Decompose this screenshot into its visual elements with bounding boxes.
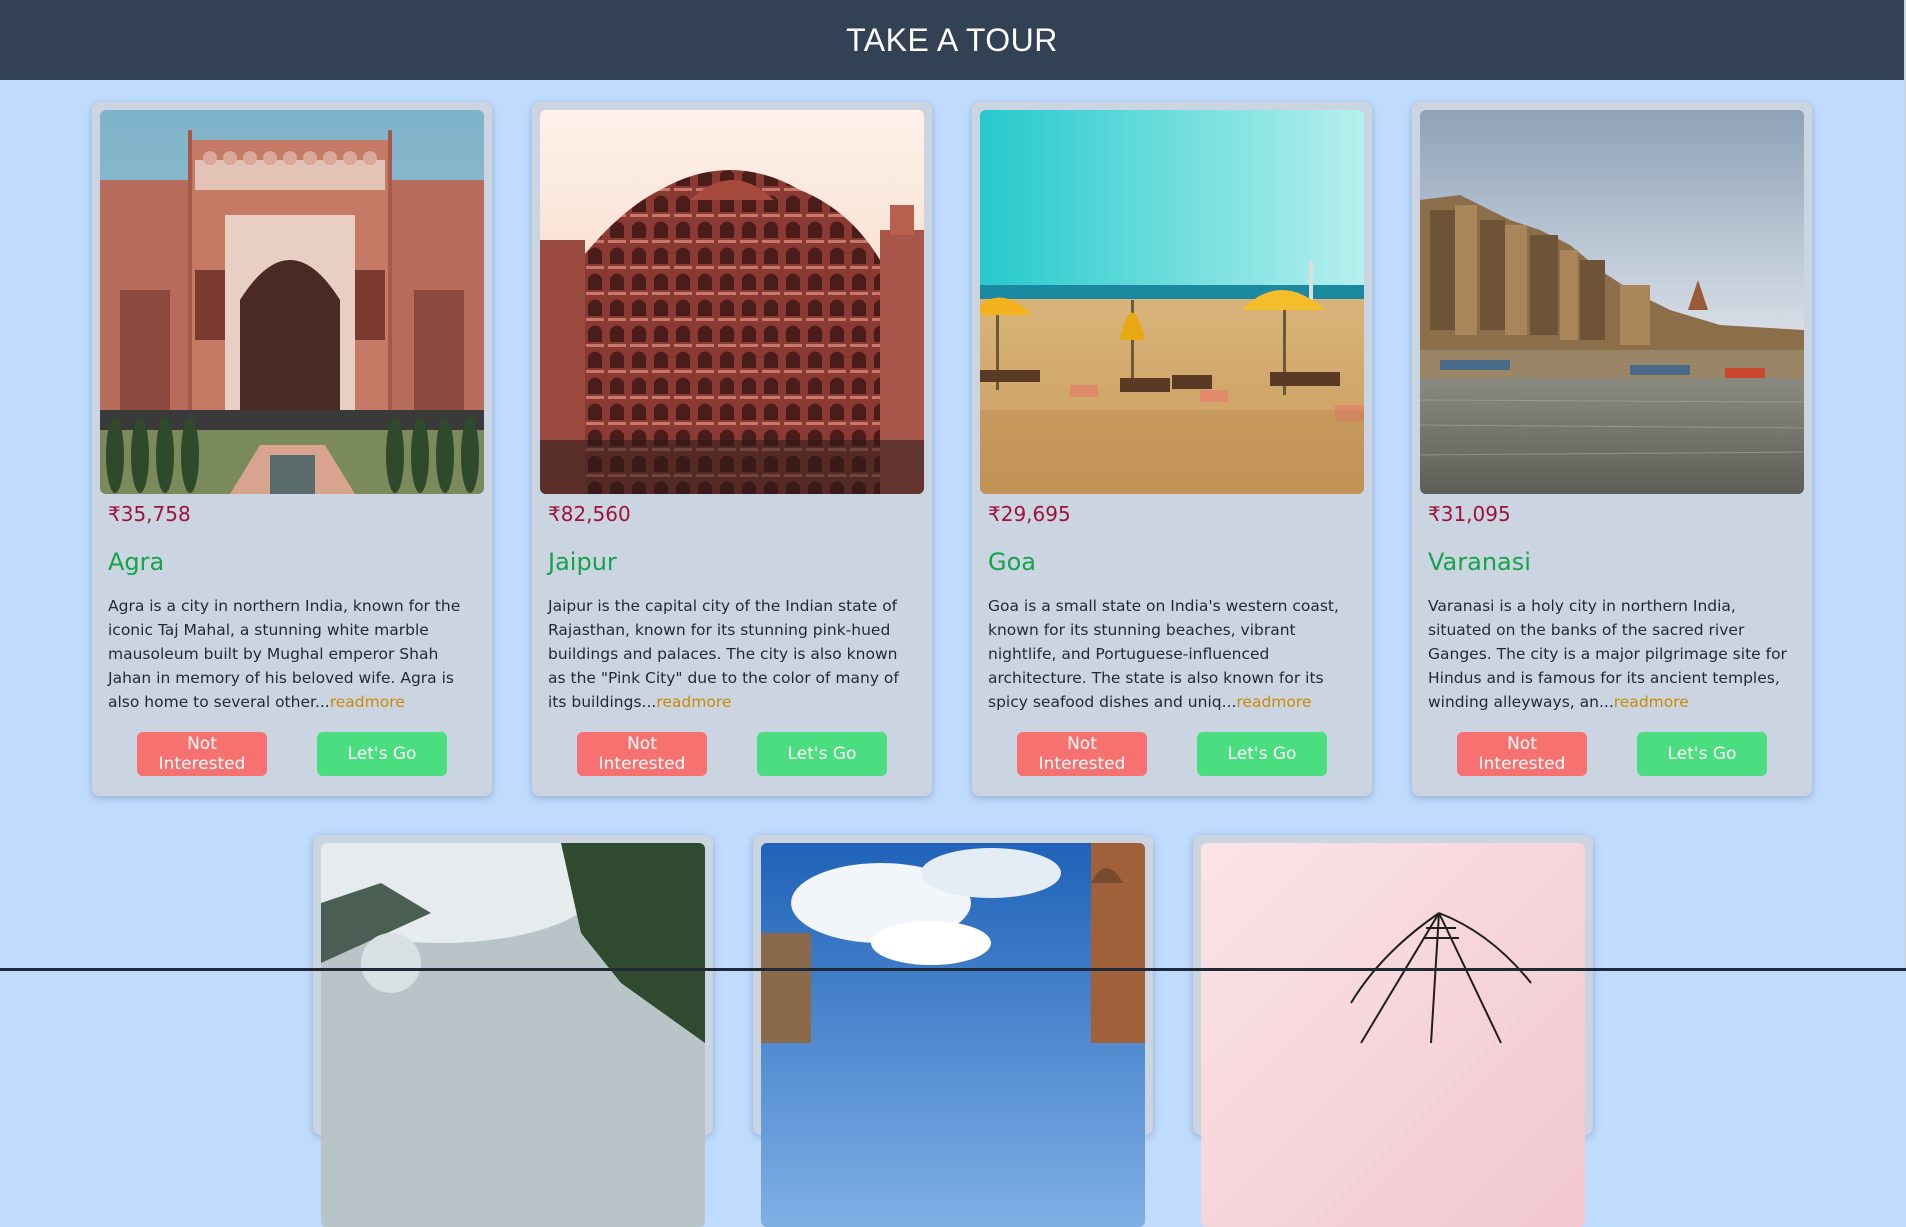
mountain-mist-photo [321, 843, 705, 1227]
tour-card-jaipur: ₹82,560 Jaipur Jaipur is the capital cit… [532, 102, 932, 796]
tour-description-text: Agra is a city in northern India, known … [108, 597, 461, 711]
lets-go-button[interactable]: Let's Go [1637, 732, 1767, 776]
not-interested-button[interactable]: Not Interested [1457, 732, 1587, 776]
tour-description: Agra is a city in northern India, known … [108, 594, 478, 714]
tour-title: Varanasi [1428, 548, 1531, 576]
tour-price: ₹82,560 [548, 502, 631, 526]
tour-card-agra: ₹35,758 Agra Agra is a city in northern … [92, 102, 492, 796]
not-interested-button[interactable]: Not Interested [577, 732, 707, 776]
jaipur-photo [540, 110, 924, 494]
readmore-link[interactable]: readmore [1614, 693, 1689, 711]
palace-sky-photo [761, 843, 1145, 1227]
lets-go-button[interactable]: Let's Go [1197, 732, 1327, 776]
page-title: TAKE A TOUR [846, 21, 1058, 58]
varanasi-photo [1420, 110, 1804, 494]
tour-card-goa: ₹29,695 Goa Goa is a small state on Indi… [972, 102, 1372, 796]
tour-title: Agra [108, 548, 165, 576]
readmore-link[interactable]: readmore [656, 693, 731, 711]
page-header: TAKE A TOUR [0, 0, 1904, 80]
fishing-net-photo [1201, 843, 1585, 1227]
agra-photo [100, 110, 484, 494]
tour-title: Goa [988, 548, 1036, 576]
lets-go-button[interactable]: Let's Go [757, 732, 887, 776]
lets-go-button[interactable]: Let's Go [317, 732, 447, 776]
tour-price: ₹31,095 [1428, 502, 1511, 526]
readmore-link[interactable]: readmore [330, 693, 405, 711]
not-interested-button[interactable]: Not Interested [137, 732, 267, 776]
tour-description: Goa is a small state on India's western … [988, 594, 1358, 714]
tour-card-6 [753, 835, 1153, 1227]
tour-description: Jaipur is the capital city of the Indian… [548, 594, 918, 714]
readmore-link[interactable]: readmore [1236, 693, 1311, 711]
tour-card-7 [1193, 835, 1593, 1227]
tour-description-text: Varanasi is a holy city in northern Indi… [1428, 597, 1787, 711]
goa-photo [980, 110, 1364, 494]
tour-card-5 [313, 835, 713, 1227]
tour-title: Jaipur [548, 548, 617, 576]
tour-price: ₹29,695 [988, 502, 1071, 526]
tour-card-varanasi: ₹31,095 Varanasi Varanasi is a holy city… [1412, 102, 1812, 796]
not-interested-button[interactable]: Not Interested [1017, 732, 1147, 776]
tour-description: Varanasi is a holy city in northern Indi… [1428, 594, 1798, 714]
tour-price: ₹35,758 [108, 502, 191, 526]
